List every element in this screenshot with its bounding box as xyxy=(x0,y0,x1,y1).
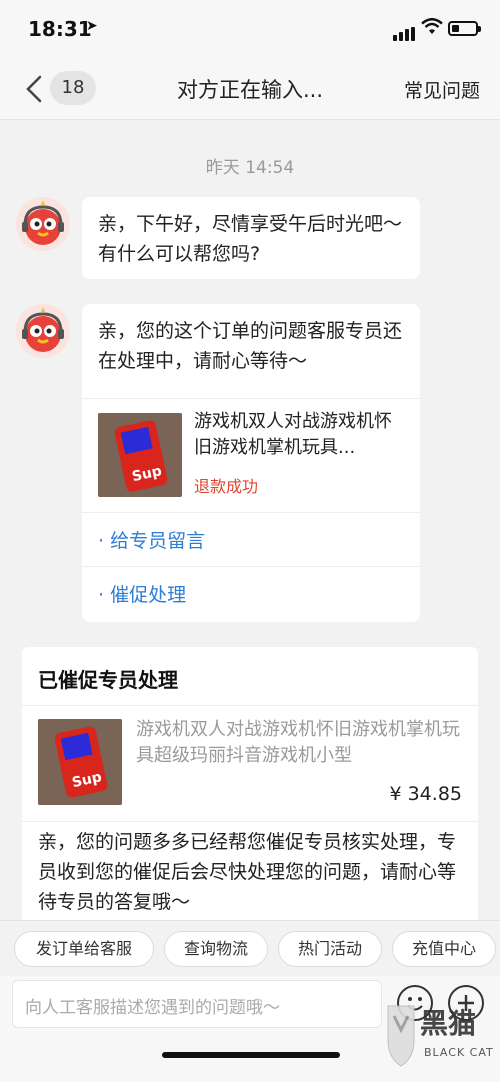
blackcat-watermark: 黑猫 BLACK CAT xyxy=(384,1000,494,1080)
product-thumbnail: Sup xyxy=(98,413,182,497)
agent-avatar[interactable] xyxy=(16,197,70,251)
greeting-text: 亲，下午好，尽情享受午后时光吧～有什么可以帮您吗? xyxy=(98,213,403,265)
order-card[interactable]: Sup 游戏机双人对战游戏机怀旧游戏机掌机玩具... 退款成功 xyxy=(82,398,420,506)
product-thumbnail[interactable]: Sup xyxy=(38,719,122,805)
chat-timestamp: 昨天 14:54 xyxy=(205,158,295,178)
mascot-icon xyxy=(22,200,64,245)
urge-product-title[interactable]: 游戏机双人对战游戏机怀旧游戏机掌机玩具超级玛丽抖音游戏机小型 xyxy=(136,717,466,769)
urge-card-title: 已催促专员处理 xyxy=(38,668,178,692)
order-product-title: 游戏机双人对战游戏机怀旧游戏机掌机玩具... xyxy=(194,411,392,458)
agent-avatar[interactable] xyxy=(16,304,70,358)
shield-icon xyxy=(387,1005,415,1067)
leave-message-label: · 给专员留言 xyxy=(98,530,206,552)
divider xyxy=(22,705,478,706)
location-icon: ➤ xyxy=(86,18,98,34)
order-message-bubble: 亲，您的这个订单的问题客服专员还在处理中，请耐心等待～ Sup 游戏机双人对战游… xyxy=(82,304,420,622)
watermark-brand: 黑猫 xyxy=(420,1007,477,1040)
leave-message-button[interactable]: · 给专员留言 xyxy=(82,512,420,566)
mascot-icon xyxy=(22,307,64,352)
signal-icon xyxy=(393,22,417,41)
greeting-bubble: 亲，下午好，尽情享受午后时光吧～有什么可以帮您吗? xyxy=(82,197,420,279)
quick-action-recharge[interactable]: 充值中心 xyxy=(392,931,496,967)
battery-icon xyxy=(448,21,481,36)
status-bar: 18:31 ➤ xyxy=(0,0,500,56)
wifi-icon xyxy=(421,18,443,34)
status-time: 18:31 xyxy=(28,17,92,41)
home-indicator xyxy=(162,1052,340,1058)
urge-process-label: · 催促处理 xyxy=(98,584,187,606)
quick-action-hot-events[interactable]: 热门活动 xyxy=(278,931,382,967)
divider xyxy=(22,821,478,822)
urge-card: 已催促专员处理 Sup 游戏机双人对战游戏机怀旧游戏机掌机玩具超级玛丽抖音游戏机… xyxy=(22,647,478,927)
refund-status: 退款成功 xyxy=(194,477,259,496)
faq-button[interactable]: 常见问题 xyxy=(404,76,480,103)
quick-action-logistics[interactable]: 查询物流 xyxy=(164,931,268,967)
urge-message-text: 亲，您的问题多多已经帮您催促专员核实处理，专员收到您的催促后会尽快处理您的问题，… xyxy=(38,831,457,913)
quick-action-send-order[interactable]: 发订单给客服 xyxy=(14,931,154,967)
product-price: ¥ 34.85 xyxy=(389,783,462,805)
urge-process-button[interactable]: · 催促处理 xyxy=(82,566,420,620)
message-input[interactable]: 向人工客服描述您遇到的问题哦～ xyxy=(12,980,382,1028)
order-message-text: 亲，您的这个订单的问题客服专员还在处理中，请耐心等待～ xyxy=(98,320,403,372)
watermark-sub: BLACK CAT xyxy=(424,1046,494,1059)
quick-actions-bar: 发订单给客服 查询物流 热门活动 充值中心 xyxy=(0,920,500,976)
nav-bar: 18 对方正在输入... 常见问题 xyxy=(0,56,500,120)
